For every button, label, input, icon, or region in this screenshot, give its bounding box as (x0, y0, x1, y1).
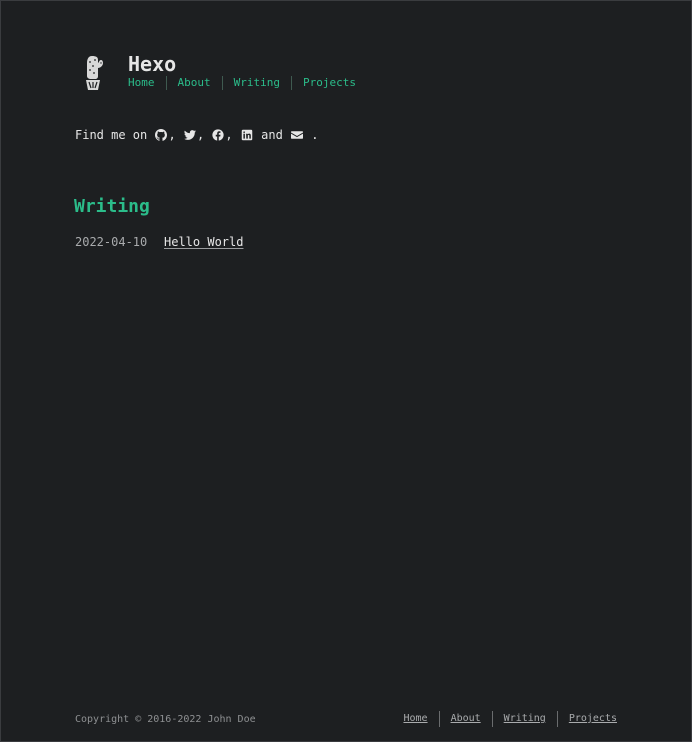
github-icon[interactable] (155, 129, 168, 141)
post-date: 2022-04-10 (75, 235, 148, 249)
email-icon[interactable] (291, 129, 304, 141)
find-me-line: Find me on , , , and . (75, 128, 318, 142)
copyright-text: Copyright © 2016-2022 John Doe (75, 713, 256, 725)
facebook-icon[interactable] (212, 129, 225, 141)
nav-home[interactable]: Home (128, 76, 166, 90)
post-list-item: 2022-04-10 Hello World (75, 235, 243, 249)
twitter-icon[interactable] (183, 129, 196, 141)
site-footer: Copyright © 2016-2022 John Doe Home Abou… (75, 711, 617, 727)
footer-nav-home[interactable]: Home (403, 711, 438, 727)
comma: , (225, 128, 233, 142)
find-me-prefix: Find me on (75, 128, 155, 142)
main-nav: Home About Writing Projects (128, 76, 367, 90)
footer-nav-writing[interactable]: Writing (491, 711, 557, 727)
comma: , (196, 128, 205, 142)
site-title[interactable]: Hexo (128, 53, 367, 75)
nav-about[interactable]: About (165, 76, 222, 90)
footer-nav-projects[interactable]: Projects (556, 711, 617, 727)
footer-nav-about[interactable]: About (438, 711, 492, 727)
end-text: . (304, 128, 319, 142)
and-text: and (253, 128, 291, 142)
cactus-logo-icon[interactable] (81, 54, 107, 92)
writing-heading: Writing (74, 196, 150, 217)
footer-nav: Home About Writing Projects (403, 711, 617, 727)
linkedin-icon[interactable] (241, 129, 253, 141)
comma: , (168, 128, 176, 142)
post-title-link[interactable]: Hello World (164, 235, 243, 249)
site-header: Hexo Home About Writing Projects (81, 53, 367, 92)
nav-writing[interactable]: Writing (221, 76, 291, 90)
nav-projects[interactable]: Projects (290, 76, 367, 90)
